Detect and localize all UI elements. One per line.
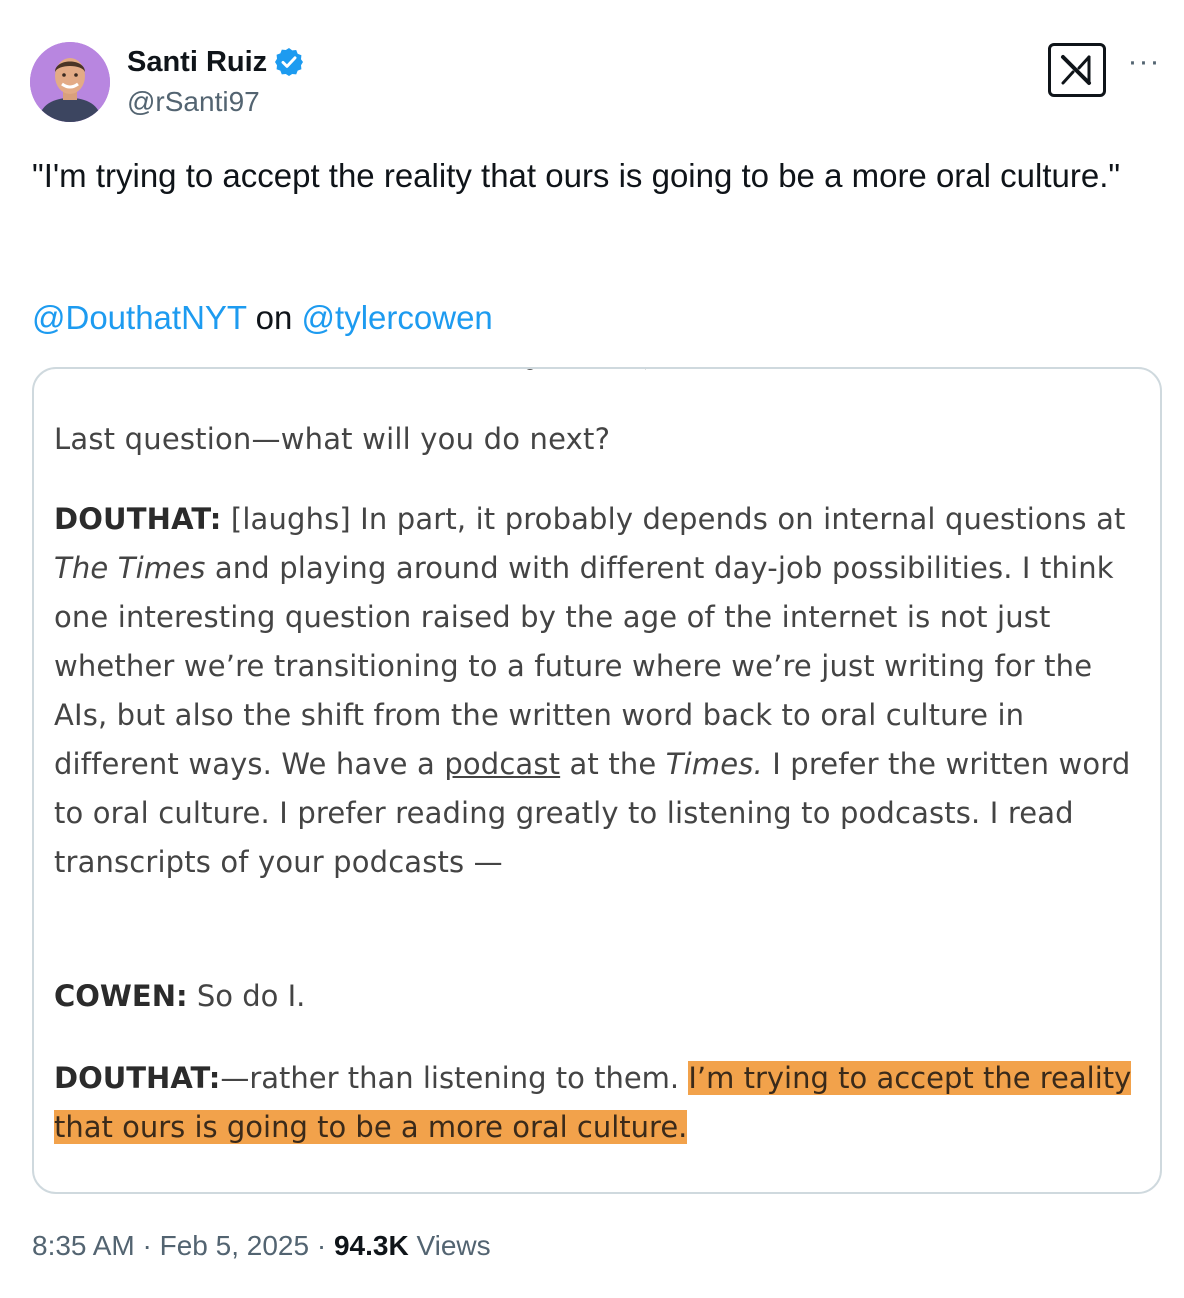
cowen-reply: COWEN: So do I. bbox=[54, 972, 1154, 1021]
interview-question: Last question—what will you do next? bbox=[54, 422, 611, 456]
speaker-douthat: DOUTHAT: bbox=[54, 1061, 221, 1095]
tweet-text: "I'm trying to accept the reality that o… bbox=[32, 157, 1121, 194]
douthat-answer-2: DOUTHAT:—rather than listening to them. … bbox=[54, 1054, 1154, 1152]
mention-connector: on bbox=[255, 299, 293, 336]
speaker-cowen: COWEN: bbox=[54, 979, 188, 1013]
speaker-douthat: DOUTHAT: bbox=[54, 502, 222, 536]
mention-douthatnyt[interactable]: @DouthatNYT bbox=[32, 299, 246, 336]
meta-separator: · bbox=[134, 1230, 160, 1261]
italic-the-times: The Times bbox=[54, 551, 206, 585]
answer-text: —rather than listening to them. bbox=[220, 1061, 689, 1095]
cropped-text-fragment bbox=[526, 369, 646, 370]
author-name-text[interactable]: Santi Ruiz bbox=[127, 44, 267, 80]
x-logo-icon[interactable] bbox=[1048, 43, 1106, 97]
author-name[interactable]: Santi Ruiz bbox=[127, 44, 305, 80]
tweet-time[interactable]: 8:35 AM bbox=[32, 1230, 135, 1261]
tweet-media-image[interactable]: Last question—what will you do next? DOU… bbox=[32, 367, 1162, 1194]
tweet-date[interactable]: Feb 5, 2025 bbox=[160, 1230, 309, 1261]
mention-tylercowen[interactable]: @tylercowen bbox=[302, 299, 493, 336]
answer-text: [laughs] In part, it probably depends on… bbox=[221, 502, 1126, 536]
douthat-answer-1: DOUTHAT: [laughs] In part, it probably d… bbox=[54, 495, 1154, 887]
avatar-portrait bbox=[30, 42, 110, 122]
tweet-mentions: @DouthatNYT on @tylercowen bbox=[32, 296, 493, 340]
more-options-icon[interactable]: ··· bbox=[1126, 47, 1162, 80]
views-label: Views bbox=[408, 1230, 491, 1261]
reply-text: So do I. bbox=[187, 979, 306, 1013]
views-count: 94.3K bbox=[333, 1230, 409, 1261]
author-handle[interactable]: @rSanti97 bbox=[127, 84, 260, 120]
podcast-link: podcast bbox=[444, 747, 561, 781]
italic-times: Times. bbox=[665, 747, 763, 781]
avatar[interactable] bbox=[30, 42, 110, 122]
answer-text: at the bbox=[560, 747, 666, 781]
verified-badge-icon[interactable] bbox=[273, 46, 305, 78]
tweet-metadata: 8:35 AM · Feb 5, 2025 · 94.3K Views bbox=[32, 1226, 491, 1266]
meta-separator: · bbox=[309, 1230, 334, 1261]
